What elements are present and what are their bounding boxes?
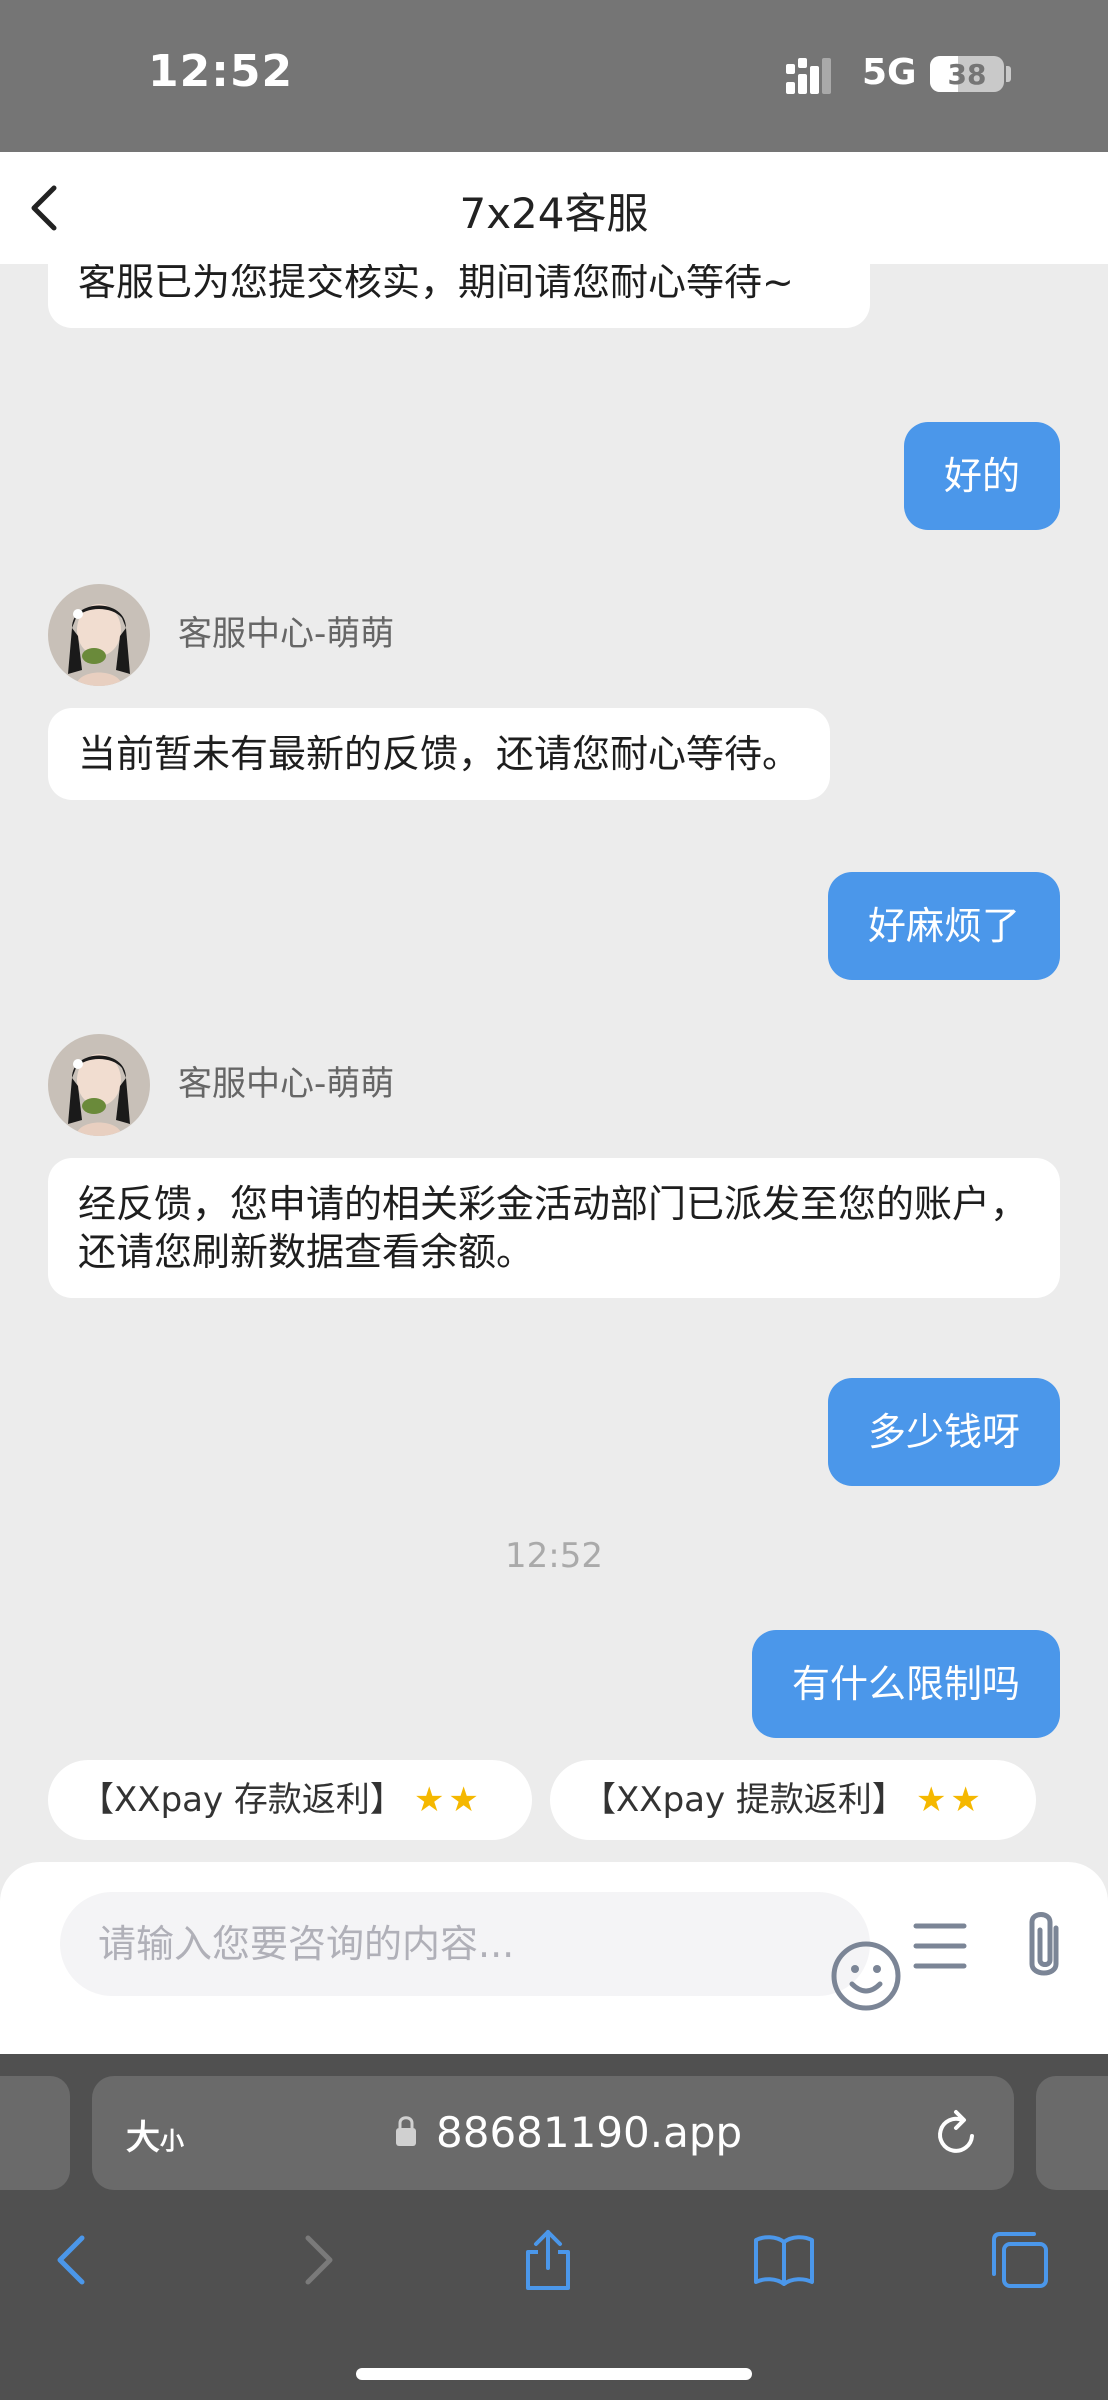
bookmarks-icon[interactable] [752,2228,816,2292]
lock-icon [396,2116,416,2146]
agent-avatar[interactable] [48,584,150,686]
message-text: 好的 [943,454,1020,498]
agent-name: 客服中心-萌萌 [178,1064,395,1104]
message-text: 多少钱呀 [867,1410,1020,1454]
agent-avatar[interactable] [48,1034,150,1136]
reload-icon[interactable] [934,2108,980,2158]
chat-messages[interactable]: 客服已为您提交核实，期间请您耐心等待~ 好的 客服中心-萌萌 当前暂未有最新的反… [0,264,1108,1864]
attachment-icon[interactable] [1018,1908,1070,1984]
message-incoming: 当前暂未有最新的反馈，还请您耐心等待。 [48,708,831,800]
home-indicator [356,2368,752,2380]
share-icon[interactable] [516,2228,580,2292]
message-outgoing: 多少钱呀 [827,1378,1060,1486]
status-time: 12:52 [148,46,294,97]
message-text: 当前暂未有最新的反馈，还请您耐心等待。 [78,732,801,776]
star-icon: ★★ [413,1780,483,1820]
page-title: 7x24客服 [459,189,649,238]
browser-toolbar [0,2192,1108,2400]
message-outgoing: 好麻烦了 [827,872,1060,980]
avatar-image [48,584,150,686]
quick-reply-label: 【XXpay 提款返利】 [582,1780,906,1820]
message-outgoing: 有什么限制吗 [751,1630,1060,1738]
star-icon: ★★ [915,1780,985,1820]
forward-icon[interactable] [284,2228,348,2292]
avatar-image [48,1034,150,1136]
quick-reply-withdraw-rebate[interactable]: 【XXpay 提款返利】 ★★ [550,1760,1036,1840]
chat-header: 7x24客服 [0,152,1108,264]
network-type: 5G [862,52,917,93]
message-timestamp: 12:52 [505,1536,603,1576]
browser-address-row: 大小 88681190.app [0,2054,1108,2192]
battery-tip [1006,66,1011,82]
tabs-icon[interactable] [988,2228,1052,2292]
message-text: 好麻烦了 [867,904,1020,948]
message-incoming: 客服已为您提交核实，期间请您耐心等待~ [48,264,870,328]
status-bar: 12:52 5G 38 [0,0,1108,152]
screen: 12:52 5G 38 7x24客服 客服已为您提交核实，期间请您耐心等待~ 好… [0,0,1108,2400]
message-incoming: 经反馈，您申请的相关彩金活动部门已派发至您的账户，还请您刷新数据查看余额。 [48,1158,1060,1298]
emoji-icon[interactable] [830,1940,902,2012]
battery-level: 38 [947,58,987,91]
message-input-box[interactable] [60,1892,901,2011]
message-composer [0,1862,1108,2054]
battery-icon: 38 [930,56,1004,92]
menu-icon[interactable] [912,1918,968,1974]
agent-name: 客服中心-萌萌 [178,614,395,654]
message-outgoing: 好的 [903,422,1060,530]
quick-reply-label: 【XXpay 存款返利】 [80,1780,404,1820]
next-tab-preview[interactable] [1036,2076,1108,2190]
address-bar[interactable]: 大小 88681190.app [92,2076,1014,2190]
signal-icon [786,58,831,94]
message-text: 经反馈，您申请的相关彩金活动部门已派发至您的账户，还请您刷新数据查看余额。 [78,1182,1029,1274]
back-icon[interactable] [42,2228,106,2292]
previous-tab-preview[interactable] [0,2076,70,2190]
message-text: 客服已为您提交核实，期间请您耐心等待~ [78,264,794,304]
quick-reply-deposit-rebate[interactable]: 【XXpay 存款返利】 ★★ [48,1760,532,1840]
message-input[interactable] [98,1918,758,1970]
message-text: 有什么限制吗 [791,1662,1020,1706]
url-text: 88681190.app [436,2108,743,2157]
text-size-button[interactable]: 大小 [126,2110,184,2159]
